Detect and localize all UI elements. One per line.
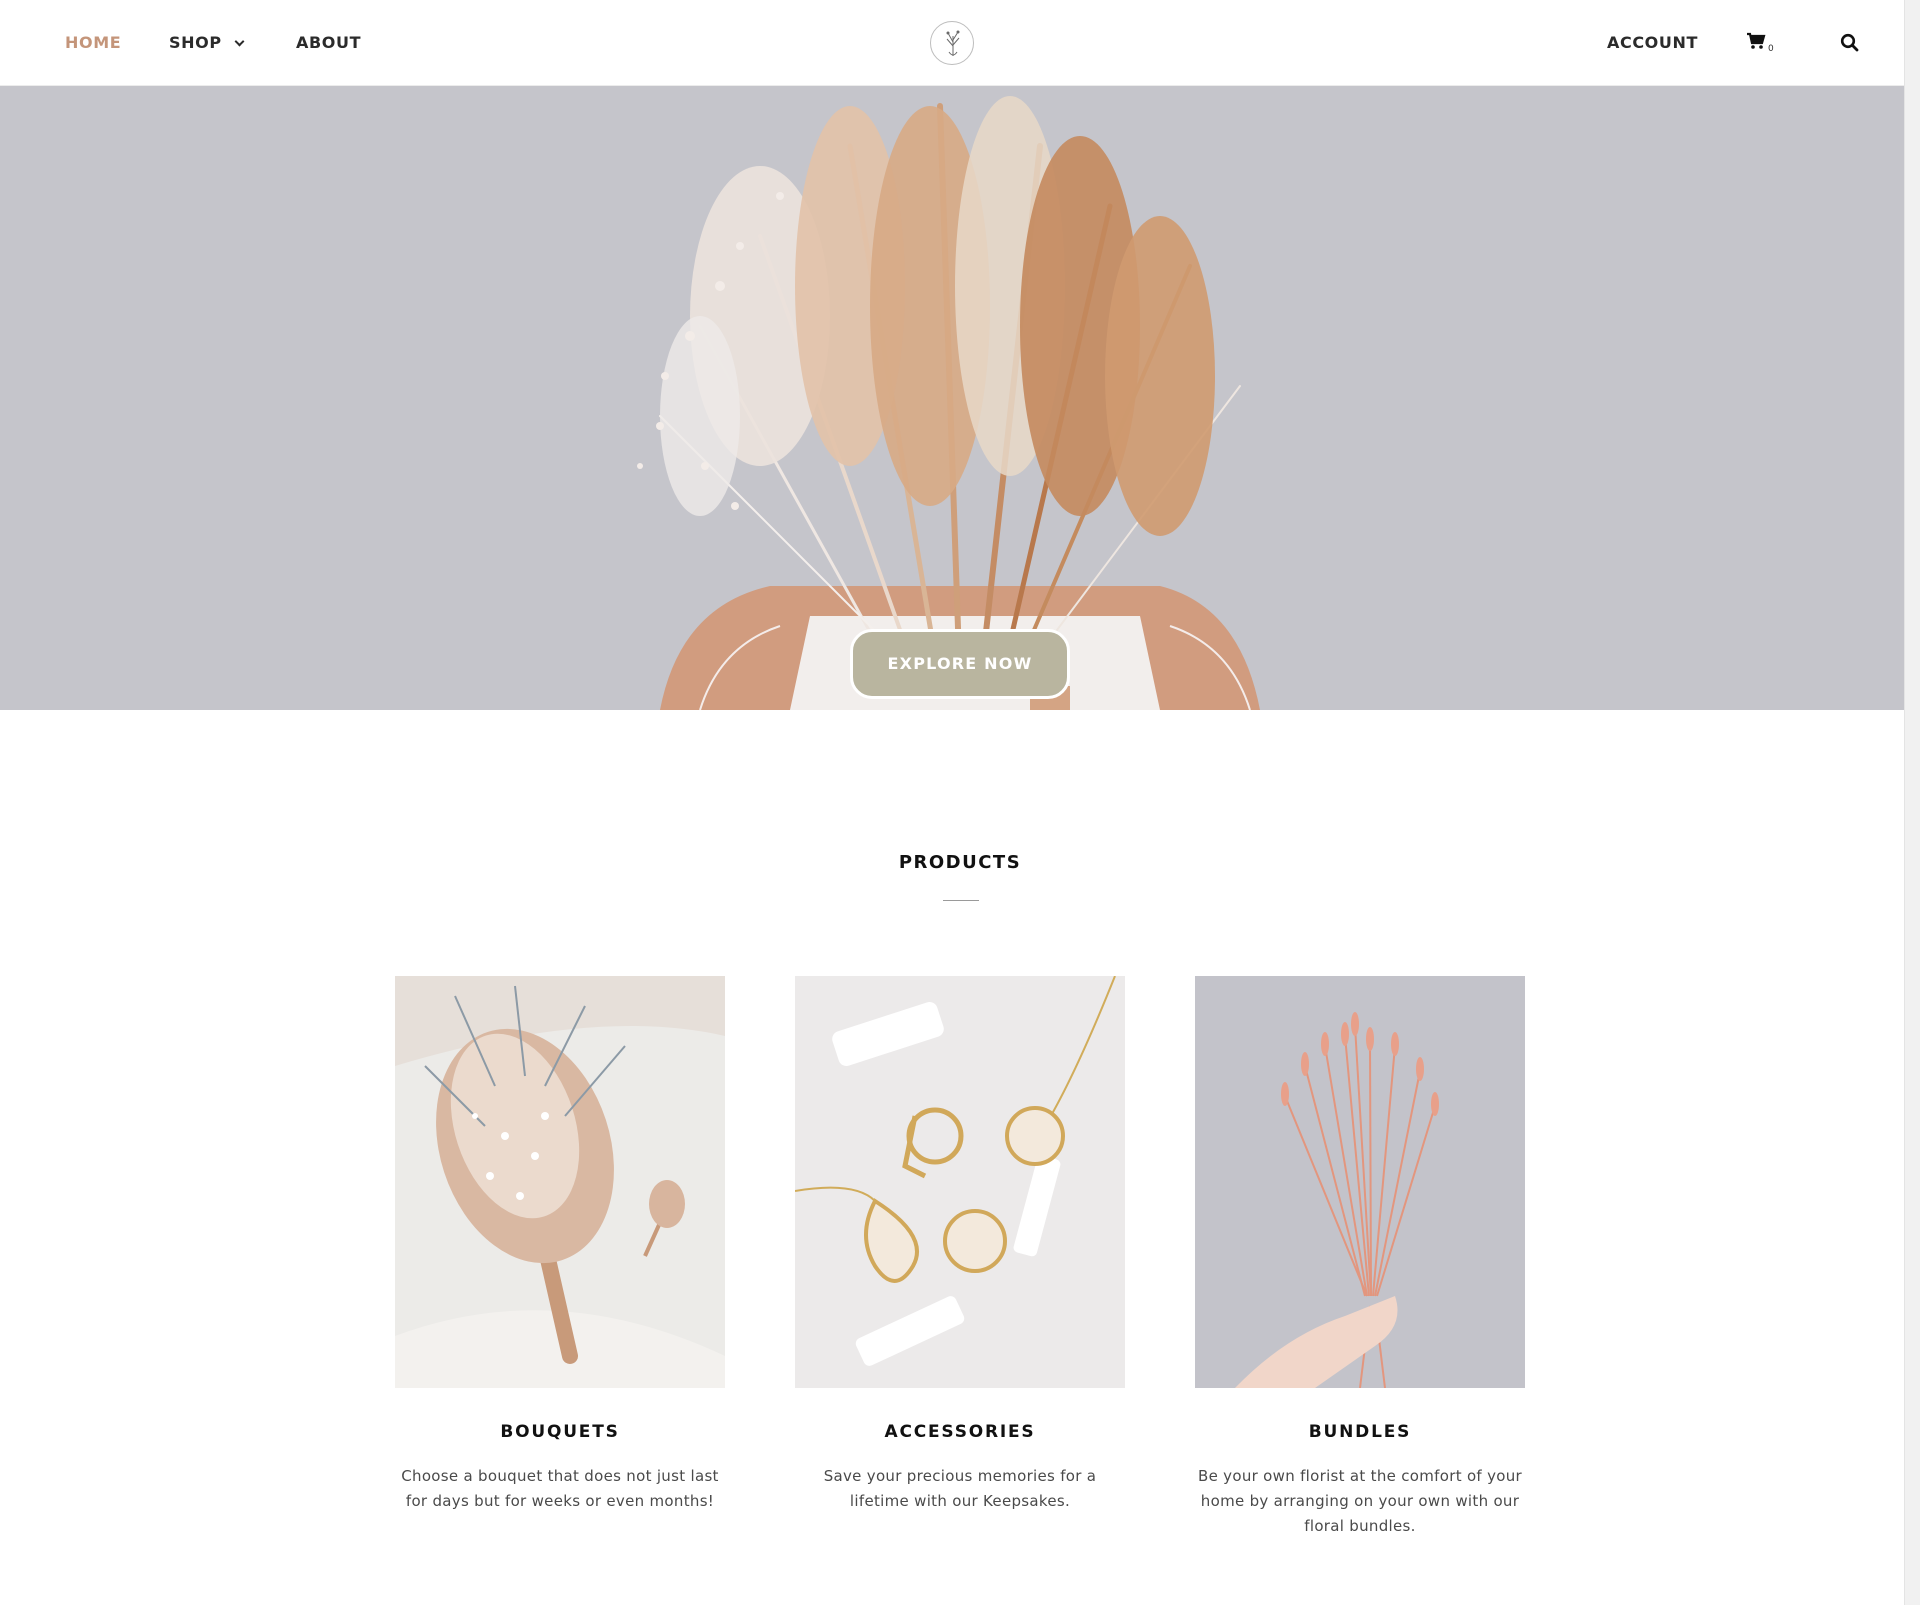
card-title[interactable]: BUNDLES bbox=[1195, 1422, 1525, 1442]
nav-shop-link[interactable]: SHOP bbox=[169, 32, 245, 54]
heading-divider bbox=[943, 900, 979, 901]
product-card-bundles[interactable]: BUNDLES Be your own florist at the comfo… bbox=[1195, 976, 1525, 1539]
hero-dried-flowers-image bbox=[637, 96, 1260, 710]
logo-mark-icon bbox=[946, 30, 960, 56]
accessories-image[interactable] bbox=[795, 976, 1125, 1388]
bouquets-image[interactable] bbox=[395, 976, 725, 1388]
scrollbar[interactable] bbox=[1904, 0, 1920, 1605]
card-description: Save your precious memories for a lifeti… bbox=[823, 1467, 1097, 1510]
cart-count-badge: 0 bbox=[1768, 44, 1774, 54]
chevron-down-icon bbox=[234, 36, 245, 47]
card-title[interactable]: BOUQUETS bbox=[395, 1422, 725, 1442]
card-description: Be your own florist at the comfort of yo… bbox=[1197, 1467, 1523, 1535]
hero-banner: EXPLORE NOW bbox=[0, 86, 1904, 710]
nav-account-link[interactable]: ACCOUNT bbox=[1607, 32, 1698, 54]
cart-button[interactable] bbox=[1746, 32, 1766, 56]
logo[interactable] bbox=[930, 21, 974, 65]
nav-shop-label: SHOP bbox=[169, 33, 222, 52]
nav-about-link[interactable]: ABOUT bbox=[296, 32, 361, 54]
cart-icon bbox=[1747, 32, 1766, 49]
card-description: Choose a bouquet that does not just last… bbox=[401, 1467, 719, 1510]
bundles-image[interactable] bbox=[1195, 976, 1525, 1388]
site-header: HOME SHOP ABOUT ACCOUNT 0 bbox=[0, 0, 1920, 86]
product-card-bouquets[interactable]: BOUQUETS Choose a bouquet that does not … bbox=[395, 976, 725, 1514]
explore-now-button[interactable]: EXPLORE NOW bbox=[850, 629, 1070, 699]
card-title[interactable]: ACCESSORIES bbox=[795, 1422, 1125, 1442]
product-card-accessories[interactable]: ACCESSORIES Save your precious memories … bbox=[795, 976, 1125, 1514]
nav-home-link[interactable]: HOME bbox=[65, 32, 121, 54]
search-button[interactable] bbox=[1840, 33, 1859, 58]
products-heading: PRODUCTS bbox=[898, 852, 1022, 873]
search-icon bbox=[1840, 33, 1859, 52]
